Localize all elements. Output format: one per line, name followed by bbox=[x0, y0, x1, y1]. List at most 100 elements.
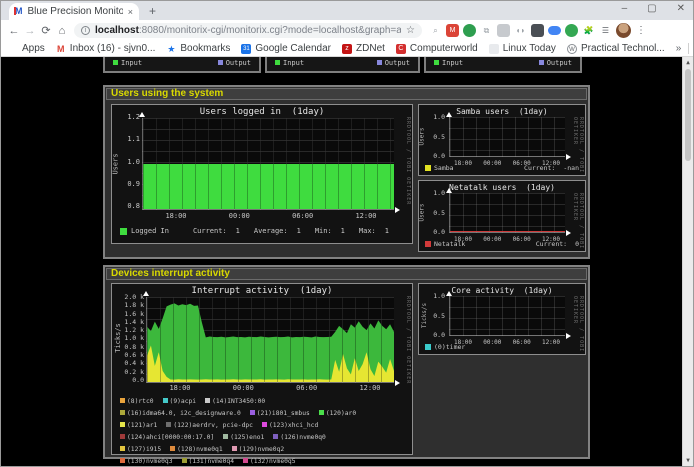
input-swatch-icon bbox=[434, 60, 439, 65]
page-scrollbar[interactable]: ▲ ▼ bbox=[682, 57, 693, 466]
gmail-extension-icon[interactable]: M bbox=[446, 24, 459, 37]
apps-grid-icon bbox=[8, 44, 18, 54]
output-swatch-icon bbox=[218, 60, 223, 65]
rrdtool-watermark: RRDTOOL / TOBI OETIKER bbox=[405, 296, 411, 384]
dark-square-extension-icon[interactable] bbox=[531, 24, 544, 37]
tab-close-icon[interactable]: × bbox=[128, 7, 133, 17]
blue-pill-extension-icon[interactable] bbox=[548, 26, 561, 35]
url-text[interactable]: localhost:8080/monitorix-cgi/monitorix.c… bbox=[95, 25, 401, 36]
y-ticks: 1.21.11.00.90.8 bbox=[116, 114, 140, 210]
y-ticks: 1.00.50.0 bbox=[425, 293, 445, 339]
scrollbar-up-icon[interactable]: ▲ bbox=[683, 59, 693, 66]
legend-swatch-icon bbox=[262, 422, 267, 427]
interrupt-legend: (8)rtc0(9)acpi(14)INT3450:00(16)idma64.0… bbox=[120, 394, 365, 466]
forward-icon[interactable]: → bbox=[22, 25, 38, 37]
interrupt-legend-item: (21)i801_smbus bbox=[250, 410, 310, 417]
x-axis-arrow-icon bbox=[566, 154, 571, 160]
browser-toolbar: ← → ⟳ ⌂ i localhost:8080/monitorix-cgi/m… bbox=[1, 20, 693, 41]
minimize-button[interactable]: – bbox=[622, 4, 628, 14]
input-swatch-icon bbox=[113, 60, 118, 65]
cut-graph-panel[interactable]: Input Output bbox=[103, 57, 261, 73]
legend-swatch-icon bbox=[205, 398, 210, 403]
legend-swatch-icon bbox=[120, 434, 125, 439]
legend-swatch-icon bbox=[120, 422, 125, 427]
extensions-puzzle-icon[interactable]: 🧩 bbox=[582, 24, 595, 37]
zdnet-icon: z bbox=[342, 44, 352, 54]
graph-core-activity[interactable]: Core activity (1day) RRDTOOL / TOBI OETI… bbox=[418, 283, 586, 355]
graph-title: Interrupt activity (1day) bbox=[112, 286, 412, 296]
x-ticks: 18:0000:0006:0012:00 bbox=[167, 385, 383, 392]
interrupt-legend-item: (131)nvme0q4 bbox=[182, 458, 235, 465]
bookmark-inbox[interactable]: MInbox (16) - sjvn0... bbox=[56, 43, 156, 54]
bookmark-linux-today[interactable]: Linux Today bbox=[489, 43, 556, 54]
legend-swatch-icon bbox=[182, 458, 187, 463]
graph-users-logged-in[interactable]: Users logged in (1day) RRDTOOL / TOBI OE… bbox=[111, 104, 413, 244]
graph-samba-users[interactable]: Samba users (1day) RRDTOOL / TOBI OETIKE… bbox=[418, 104, 586, 176]
home-icon[interactable]: ⌂ bbox=[54, 25, 70, 37]
bookmark-computerworld[interactable]: CComputerworld bbox=[396, 43, 478, 54]
calendar-icon: 31 bbox=[241, 44, 251, 54]
graph-netatalk-users[interactable]: Netatalk users (1day) RRDTOOL / TOBI OET… bbox=[418, 180, 586, 252]
legend-swatch-icon bbox=[232, 446, 237, 451]
gray-square-extension-icon[interactable] bbox=[497, 24, 510, 37]
legend-swatch-icon bbox=[243, 458, 248, 463]
interrupt-legend-item: (124)ahci[0000:00:17.0] bbox=[120, 434, 214, 441]
bookmark-google-calendar[interactable]: 31Google Calendar bbox=[241, 43, 331, 54]
linuxtoday-icon bbox=[489, 44, 499, 54]
interrupt-legend-item: (121)ar1 bbox=[120, 422, 157, 429]
output-swatch-icon bbox=[539, 60, 544, 65]
interrupt-legend-item: (128)nvme0q1 bbox=[170, 446, 223, 453]
legend-swatch-icon bbox=[319, 410, 324, 415]
scrollbar-down-icon[interactable]: ▼ bbox=[683, 457, 693, 464]
tune-icon[interactable]: ☰ bbox=[599, 24, 612, 37]
y-axis-arrow-icon bbox=[446, 291, 452, 296]
address-bar[interactable]: i localhost:8080/monitorix-cgi/monitorix… bbox=[74, 23, 422, 38]
timer-swatch-icon bbox=[425, 344, 431, 350]
legend-swatch-icon bbox=[120, 398, 125, 403]
maximize-button[interactable]: ▢ bbox=[647, 4, 656, 14]
extensions-row: ⌕ M ⧉ ◖◗ 🧩 ☰ bbox=[429, 24, 612, 37]
bookmark-apps[interactable]: Apps bbox=[8, 43, 45, 54]
bookmarks-bar: Apps MInbox (16) - sjvn0... ★Bookmarks 3… bbox=[1, 41, 693, 57]
interrupt-legend-item: (127)i915 bbox=[120, 446, 161, 453]
browser-window: M Blue Precision Monitorix × + – ▢ ✕ ← →… bbox=[0, 0, 694, 467]
plot-area bbox=[146, 297, 394, 383]
y-axis-arrow-icon bbox=[446, 112, 452, 117]
legend-swatch-icon bbox=[120, 410, 125, 415]
netatalk-swatch-icon bbox=[425, 241, 431, 247]
interrupt-legend-item: (125)eno1 bbox=[223, 434, 264, 441]
netatalk-zero-line bbox=[450, 231, 565, 232]
plot-area bbox=[449, 117, 565, 157]
cut-graph-panel[interactable]: Input Output bbox=[424, 57, 582, 73]
star-icon: ★ bbox=[166, 44, 176, 54]
plot-area bbox=[449, 193, 565, 233]
bookmark-zdnet[interactable]: zZDNet bbox=[342, 43, 385, 54]
back-icon[interactable]: ← bbox=[6, 25, 22, 37]
globe-extension-icon[interactable] bbox=[463, 24, 476, 37]
search-extension-icon[interactable]: ⌕ bbox=[429, 24, 442, 37]
scrollbar-thumb[interactable] bbox=[685, 69, 691, 161]
legend-swatch-icon bbox=[170, 446, 175, 451]
cut-graph-panel[interactable]: Input Output bbox=[265, 57, 420, 73]
bookmark-practical-technology[interactable]: WPractical Technol... bbox=[567, 43, 665, 54]
new-tab-button[interactable]: + bbox=[149, 3, 156, 20]
profile-avatar[interactable] bbox=[616, 23, 631, 38]
copy-pages-extension-icon[interactable]: ⧉ bbox=[480, 24, 493, 37]
bookmark-star-icon[interactable]: ☆ bbox=[406, 25, 415, 36]
input-swatch-icon bbox=[275, 60, 280, 65]
green-circle-extension-icon[interactable] bbox=[565, 24, 578, 37]
menu-dots-icon[interactable]: ⋮ bbox=[636, 25, 646, 36]
reload-icon[interactable]: ⟳ bbox=[38, 24, 54, 37]
tab-strip: M Blue Precision Monitorix × + – ▢ ✕ bbox=[1, 1, 693, 20]
legend-swatch-icon bbox=[273, 434, 278, 439]
page-info-icon[interactable]: i bbox=[81, 26, 90, 35]
bookmarks-overflow-chevron-icon[interactable]: » bbox=[676, 43, 682, 54]
close-button[interactable]: ✕ bbox=[677, 4, 685, 14]
graph-interrupt-activity[interactable]: Interrupt activity (1day) RRDTOOL / TOBI… bbox=[111, 283, 413, 455]
gmail-icon: M bbox=[56, 44, 66, 54]
mask-extension-icon[interactable]: ◖◗ bbox=[514, 24, 527, 37]
samba-swatch-icon bbox=[425, 165, 431, 171]
bookmark-bookmarks[interactable]: ★Bookmarks bbox=[166, 43, 230, 54]
legend-swatch-icon bbox=[223, 434, 228, 439]
browser-tab[interactable]: M Blue Precision Monitorix × bbox=[9, 3, 139, 20]
